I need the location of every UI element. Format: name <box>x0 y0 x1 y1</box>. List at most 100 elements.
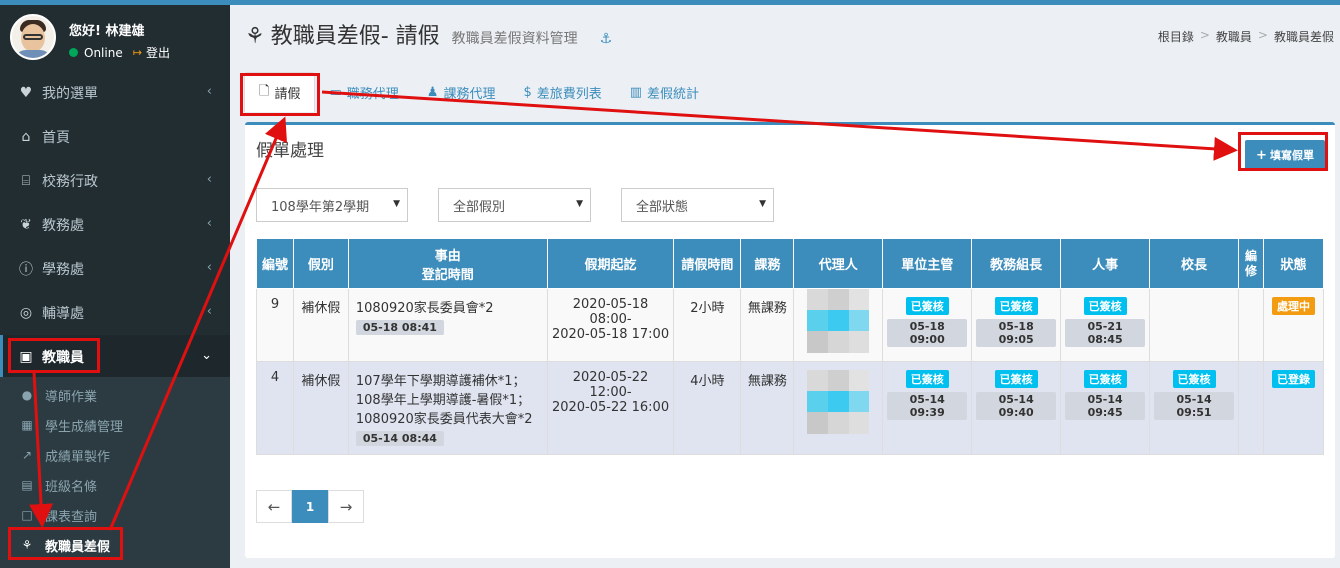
cell-id: 4 <box>256 361 294 455</box>
col-header: 編號 <box>256 238 294 289</box>
tab-label: 課務代理 <box>443 86 496 102</box>
tree-icon: ⚘ <box>245 24 265 49</box>
monitor-icon: ▭ <box>329 84 342 100</box>
pagination: ← 1 → <box>256 490 364 523</box>
cell-principal <box>1149 288 1239 362</box>
cell-principal: 已簽核 05-14 09:51 <box>1149 361 1239 455</box>
heart-icon: ♥ <box>19 85 33 101</box>
avatar[interactable] <box>10 14 56 60</box>
cell-proxy <box>793 288 884 362</box>
sidebar-item-label: 教務處 <box>42 218 84 234</box>
col-header: 狀態 <box>1262 238 1325 289</box>
info-icon: ⓘ <box>19 262 33 278</box>
sidebar: 您好! 林建雄 Online ↦ 登出 ♥ 我的選單 ‹ ⌂ 首頁 ⌸ 校務行政… <box>0 5 230 568</box>
table-row[interactable]: 4 補休假 107學年下學期導護補休*1； 108學年上學期導護-暑假*1； 1… <box>256 361 1325 455</box>
sidebar-item-academic-affairs[interactable]: ❦ 教務處 ‹ <box>0 203 230 247</box>
semester-select[interactable]: 108學年第2學期 ▼ <box>256 188 408 222</box>
approved-time-badge: 05-21 08:45 <box>1065 319 1146 347</box>
tab-label: 職務代理 <box>346 86 399 102</box>
cell-personnel: 已簽核 05-21 08:45 <box>1060 288 1151 362</box>
submenu-item-label: 班級名條 <box>45 479 98 495</box>
breadcrumb-staff-leave: 教職員差假 <box>1273 30 1334 44</box>
cell-period: 2020-05-22 12:00- 2020-05-22 16:00 <box>546 361 675 455</box>
tab-course-proxy[interactable]: ♟ 課務代理 <box>413 72 510 112</box>
breadcrumb-staff[interactable]: 教職員 <box>1216 28 1252 45</box>
logout-link[interactable]: 登出 <box>146 44 170 61</box>
chevron-left-icon: ‹ <box>206 216 212 231</box>
cell-duration: 4小時 <box>673 361 742 455</box>
cell-edit[interactable] <box>1238 361 1264 455</box>
cell-id: 9 <box>256 288 294 362</box>
user-greeting: 您好! 林建雄 <box>69 24 145 39</box>
col-header: 教務組長 <box>971 238 1062 289</box>
sidebar-item-label: 學務處 <box>42 262 84 278</box>
submenu-item-report-card[interactable]: ↗ 成績單製作 <box>0 440 230 470</box>
chevron-left-icon: ‹ <box>206 172 212 187</box>
cell-supervisor: 已簽核 05-18 09:00 <box>882 288 973 362</box>
submenu-item-grades[interactable]: ▦ 學生成績管理 <box>0 410 230 440</box>
cell-type: 補休假 <box>292 288 349 362</box>
cell-reason: 107學年下學期導護補休*1； 108學年上學期導護-暑假*1； 1080920… <box>347 361 548 455</box>
sidebar-item-my-menu[interactable]: ♥ 我的選單 ‹ <box>0 71 230 115</box>
semester-value: 108學年第2學期 <box>271 199 370 215</box>
logout-icon[interactable]: ↦ <box>133 46 142 59</box>
approved-badge: 已簽核 <box>905 370 949 388</box>
sidebar-item-home[interactable]: ⌂ 首頁 <box>0 115 230 159</box>
submenu-item-homeroom[interactable]: ● 導師作業 <box>0 380 230 410</box>
approved-badge: 已簽核 <box>1083 297 1127 315</box>
cell-course: 無課務 <box>740 288 795 362</box>
col-header: 編修 <box>1238 238 1264 289</box>
breadcrumb-root[interactable]: 根目錄 <box>1158 28 1194 45</box>
sidebar-item-student-affairs[interactable]: ⓘ 學務處 ‹ <box>0 247 230 291</box>
sidebar-item-administration[interactable]: ⌸ 校務行政 ‹ <box>0 159 230 203</box>
cell-reason: 1080920家長委員會*2 05-18 08:41 <box>347 288 548 362</box>
chevron-left-icon: ‹ <box>206 84 212 99</box>
page-subtitle: 教職員差假資料管理 <box>451 31 578 47</box>
prev-page-button[interactable]: ← <box>256 490 292 523</box>
sidebar-item-label: 校務行政 <box>42 174 98 190</box>
sidebar-item-counseling[interactable]: ◎ 輔導處 ‹ <box>0 291 230 335</box>
chevron-left-icon: ‹ <box>206 260 212 275</box>
tab-leave-stats[interactable]: ▥ 差假統計 <box>616 72 713 112</box>
tab-label: 差假統計 <box>647 86 700 102</box>
online-label: Online <box>84 45 123 60</box>
cell-academic-leader: 已簽核 05-14 09:40 <box>971 361 1062 455</box>
leave-processing-box: 假單處理 + 填寫假單 108學年第2學期 ▼ 全部假別 ▼ 全部狀態 ▼ 編號… <box>245 122 1335 558</box>
online-dot-icon <box>69 48 78 57</box>
cell-edit[interactable] <box>1238 288 1264 362</box>
col-header: 假期起訖 <box>546 238 675 289</box>
status-badge: 已登錄 <box>1271 370 1315 388</box>
breadcrumb: 根目錄 > 教職員 > 教職員差假 <box>1157 28 1334 45</box>
cell-personnel: 已簽核 05-14 09:45 <box>1060 361 1151 455</box>
approved-time-badge: 05-18 09:00 <box>887 319 968 347</box>
submenu-item-label: 學生成績管理 <box>45 419 124 435</box>
table-row[interactable]: 9 補休假 1080920家長委員會*2 05-18 08:41 2020-05… <box>256 288 1325 362</box>
status-select[interactable]: 全部狀態 ▼ <box>621 188 774 222</box>
page-title: 教職員差假- 請假 <box>270 24 440 49</box>
col-header: 人事 <box>1060 238 1151 289</box>
cell-state: 已登錄 <box>1262 361 1325 455</box>
annotation-box-add-button <box>1238 132 1328 171</box>
page-header: ⚘ 教職員差假- 請假 教職員差假資料管理 ⚓ <box>245 18 612 50</box>
user-status: Online ↦ 登出 <box>69 44 170 61</box>
approved-time-badge: 05-14 09:40 <box>976 392 1057 420</box>
col-header: 事由 登記時間 <box>347 238 548 289</box>
person-icon: ♟ <box>426 84 439 100</box>
submenu-item-class-roster[interactable]: ▤ 班級名條 <box>0 470 230 500</box>
approved-badge: 已簽核 <box>994 370 1038 388</box>
leave-type-select[interactable]: 全部假別 ▼ <box>438 188 591 222</box>
col-header: 校長 <box>1149 238 1239 289</box>
tab-travel-expense[interactable]: $ 差旅費列表 <box>509 72 615 112</box>
page-1-button[interactable]: 1 <box>292 490 328 523</box>
cell-period: 2020-05-18 08:00- 2020-05-18 17:00 <box>546 288 675 362</box>
tab-duty-proxy[interactable]: ▭ 職務代理 <box>315 72 412 112</box>
annotation-box-leave-tab <box>240 73 320 116</box>
user-icon: ● <box>21 388 33 402</box>
approved-time-badge: 05-18 09:05 <box>976 319 1057 347</box>
chevron-left-icon: ‹ <box>206 304 212 319</box>
next-page-button[interactable]: → <box>328 490 364 523</box>
submenu-item-timetable[interactable]: □ 課表查詢 <box>0 500 230 530</box>
anchor-icon[interactable]: ⚓ <box>600 31 613 47</box>
home-icon: ⌂ <box>21 129 31 145</box>
approved-time-badge: 05-14 09:51 <box>1154 392 1234 420</box>
